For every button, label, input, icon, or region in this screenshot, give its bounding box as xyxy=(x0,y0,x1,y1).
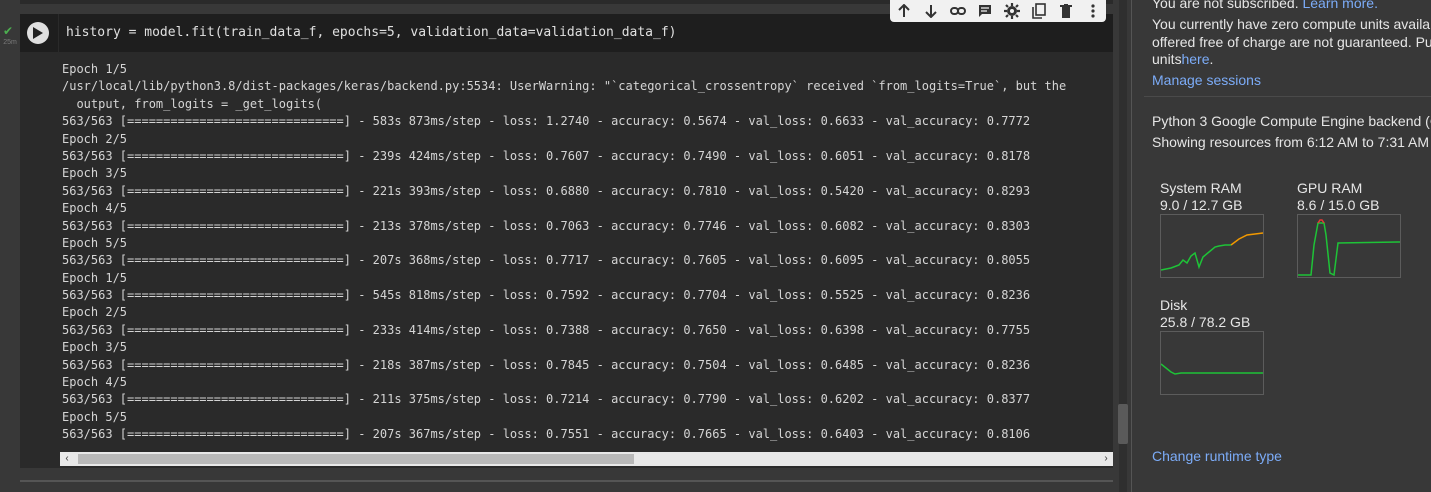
output-line: Epoch 1/5 xyxy=(62,270,128,285)
output-line: Epoch 3/5 xyxy=(62,166,128,181)
output-line: Epoch 3/5 xyxy=(62,340,128,355)
resources-panel: You are not subscribed. Learn more. You … xyxy=(1132,0,1431,492)
cell-output: Epoch 1/5/usr/local/lib/python3.8/dist-p… xyxy=(62,61,1112,444)
output-line: 563/563 [==============================]… xyxy=(62,218,1031,233)
output-line: 563/563 [==============================]… xyxy=(62,392,1031,407)
output-line: 563/563 [==============================]… xyxy=(62,148,1031,163)
output-line: Epoch 2/5 xyxy=(62,131,128,146)
comment-icon[interactable] xyxy=(976,2,994,20)
output-line: Epoch 2/5 xyxy=(62,305,128,320)
scroll-left-icon[interactable]: ‹ xyxy=(60,452,74,466)
disk-graph xyxy=(1160,331,1264,395)
output-line: /usr/local/lib/python3.8/dist-packages/k… xyxy=(62,79,1067,94)
more-vert-icon[interactable] xyxy=(1084,2,1102,20)
play-icon xyxy=(33,27,43,39)
system-ram-value: 9.0 / 12.7 GB xyxy=(1160,197,1243,213)
output-line: Epoch 5/5 xyxy=(62,235,128,250)
arrow-down-icon[interactable] xyxy=(922,2,940,20)
output-line: Epoch 1/5 xyxy=(62,62,128,76)
output-line: 563/563 [==============================]… xyxy=(62,427,1031,442)
next-cell-edge xyxy=(20,480,1113,482)
gpu-ram-label: GPU RAM xyxy=(1297,180,1363,196)
compute-units-text-3: units here. xyxy=(1152,51,1214,67)
scroll-right-icon[interactable]: › xyxy=(1099,452,1113,466)
gpu-ram-value: 8.6 / 15.0 GB xyxy=(1297,197,1380,213)
trash-icon[interactable] xyxy=(1057,2,1075,20)
output-line: Epoch 4/5 xyxy=(62,201,128,216)
vertical-scrollbar-thumb[interactable] xyxy=(1118,404,1128,444)
execution-time: 25m xyxy=(3,39,17,46)
system-ram-label: System RAM xyxy=(1160,180,1242,196)
system-ram-graph xyxy=(1160,214,1264,278)
disk-label: Disk xyxy=(1160,297,1188,313)
gpu-ram-graph xyxy=(1297,214,1401,278)
code-cell[interactable]: history = model.fit(train_data_f, epochs… xyxy=(20,14,1113,468)
disk-value: 25.8 / 78.2 GB xyxy=(1160,314,1251,330)
editor-divider xyxy=(58,14,59,52)
notebook-area: history = model.fit(train_data_f, epochs… xyxy=(20,0,1113,492)
check-icon: ✔ xyxy=(3,24,14,38)
backend-label: Python 3 Google Compute Engine backend (… xyxy=(1152,113,1431,129)
output-line: 563/563 [==============================]… xyxy=(62,253,1031,268)
panel-separator xyxy=(1144,96,1431,97)
arrow-up-icon[interactable] xyxy=(895,2,913,20)
output-line: Epoch 4/5 xyxy=(62,375,128,390)
horizontal-scrollbar[interactable]: ‹ › xyxy=(60,452,1113,466)
output-line: 563/563 [==============================]… xyxy=(62,322,1031,337)
run-cell-button[interactable] xyxy=(27,22,49,44)
resources-timespan: Showing resources from 6:12 AM to 7:31 A… xyxy=(1152,134,1430,150)
gear-icon[interactable] xyxy=(1003,2,1021,20)
mirror-cell-icon[interactable] xyxy=(1030,2,1048,20)
change-runtime-type-link[interactable]: Change runtime type xyxy=(1152,448,1282,464)
learn-more-link[interactable]: Learn more. xyxy=(1302,0,1377,11)
compute-units-text-2: offered free of charge are not guarantee… xyxy=(1152,34,1431,50)
output-line: Epoch 5/5 xyxy=(62,409,128,424)
subscription-status: You are not subscribed. Learn more. xyxy=(1152,0,1378,11)
cell-toolbar xyxy=(890,0,1106,22)
manage-sessions-link[interactable]: Manage sessions xyxy=(1152,72,1261,88)
output-line: 563/563 [==============================]… xyxy=(62,183,1031,198)
output-line: output, from_logits = _get_logits( xyxy=(62,96,323,111)
output-line: 563/563 [==============================]… xyxy=(62,114,1031,129)
purchase-here-link[interactable]: here xyxy=(1181,51,1209,67)
output-line: 563/563 [==============================]… xyxy=(62,288,1031,303)
output-line: 563/563 [==============================]… xyxy=(62,357,1031,372)
link-icon[interactable] xyxy=(949,2,967,20)
compute-units-text: You currently have zero compute units av… xyxy=(1152,16,1431,32)
scrollbar-thumb[interactable] xyxy=(78,454,634,464)
cell-gutter: ✔ 25m xyxy=(0,0,20,492)
code-line[interactable]: history = model.fit(train_data_f, epochs… xyxy=(66,25,676,40)
